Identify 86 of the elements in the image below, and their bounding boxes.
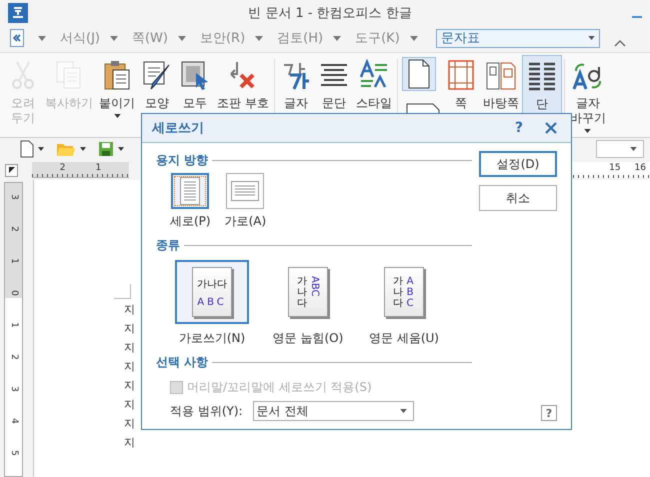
option-label: 영문 세움(U) [369,330,439,347]
symbol-combo-box[interactable]: 문자표 [436,28,600,48]
margin-corner-mark [114,284,131,299]
document-text: 지 [124,340,135,356]
document-text: 지 [124,378,135,394]
writing-type-option[interactable]: 가나다 ABC [367,260,441,324]
collapse-button[interactable] [10,29,24,47]
orientation-option[interactable] [171,173,210,209]
ruler-number: 16 [634,162,646,175]
dropdown-arrow-icon[interactable] [255,36,264,40]
dropdown-arrow-icon[interactable] [110,36,118,40]
sample-text: ABC [406,276,414,308]
dialog-button[interactable]: 취소 [479,185,557,211]
document-text: 지 [124,435,135,451]
writing-type-option[interactable]: 가나다 ABC [175,260,249,324]
ruler-number: 2 [60,162,66,175]
portrait-page-icon [180,177,200,205]
page-icon [406,59,431,89]
ruler-number: 3 [8,194,20,200]
document-text: 지 [124,397,135,413]
dropdown-arrow-icon [118,147,124,151]
ruler-number: 3 [8,386,20,392]
folder-icon [56,141,76,157]
app-logo-icon [8,3,28,23]
section-title: 종류 [156,236,180,254]
ruler-number: 0 [8,290,20,296]
ruler-corner-button[interactable] [5,164,18,176]
scope-label: 적용 범위(Y): [170,402,243,420]
ruler-number: 1 [8,322,20,328]
ribbon-button[interactable]: 조판 부호 [214,55,272,137]
dropdown-arrow-icon [588,36,595,40]
ruler-number: 2 [8,226,20,232]
dialog-title: 세로쓰기 [152,120,205,137]
dialog-button[interactable]: 설정(D) [479,151,557,177]
landscape-page-icon [231,181,260,201]
option-label: 가로쓰기(N) [178,330,246,347]
sample-text: ABC [197,296,227,308]
dropdown-arrow-icon [630,147,637,151]
close-icon[interactable] [545,122,557,134]
save-button[interactable] [98,141,124,157]
sample-text: 가나다 [297,276,307,308]
help-button[interactable]: ? [541,405,557,421]
document-text: 지 [124,359,135,375]
ribbon-button[interactable]: 스타일 [352,55,395,137]
ribbon-button[interactable]: 붙이기 [96,55,138,137]
ribbon-button[interactable]: 문단 [314,55,353,137]
dropdown-arrow-icon [584,129,592,133]
dropdown-arrow-icon[interactable] [38,36,46,40]
dropdown-arrow-icon [38,147,44,151]
option-label: 가로(A) [224,213,266,230]
sample-text: ABC [309,276,319,296]
document-text: 지 [124,321,135,337]
window-title: 빈 문서 1 - 한컴오피스 한글 [247,5,413,22]
landscape-page-icon[interactable] [406,103,440,115]
ruler-number: 1 [96,162,102,175]
document-text: 지 [124,302,135,318]
scope-dropdown[interactable]: 문서 전체 [252,401,414,421]
help-button[interactable]: ? [514,120,523,136]
orientation-option[interactable] [226,173,264,209]
option-label: 세로(P) [170,213,211,230]
portrait-button[interactable] [402,57,436,91]
ruler-number: 5 [8,450,20,456]
page-icon [20,140,34,158]
dropdown-arrow-icon[interactable] [410,36,418,40]
triangle-icon [8,167,14,173]
dropdown-arrow-icon[interactable] [333,36,342,40]
document-text: 지 [124,416,135,432]
ruler-number: 4 [8,418,20,424]
open-folder-button[interactable] [56,141,86,157]
dropdown-arrow-icon[interactable] [178,36,186,40]
dropdown-arrow-icon [80,147,86,151]
section-title: 선택 사항 [156,354,208,370]
dropdown-arrow-icon [114,114,120,118]
section-title: 용지 방향 [156,152,208,168]
checkbox-label: 머리말/꼬리말에 세로쓰기 적용(S) [187,378,372,396]
dropdown-arrow-icon [400,409,407,413]
ruler-number: 1 [8,258,20,264]
new-document-button[interactable] [20,140,44,158]
double-chevron-icon [13,34,21,42]
option-label: 영문 눕힘(O) [272,330,344,347]
ribbon-button[interactable]: 글자 [276,55,315,137]
ruler-number: 15 [609,162,621,175]
sample-text: 가나다 [197,278,227,290]
sample-text: 가나다 [393,276,403,308]
collapse-ribbon-icon[interactable] [614,40,626,46]
ruler-number: 2 [8,354,20,360]
